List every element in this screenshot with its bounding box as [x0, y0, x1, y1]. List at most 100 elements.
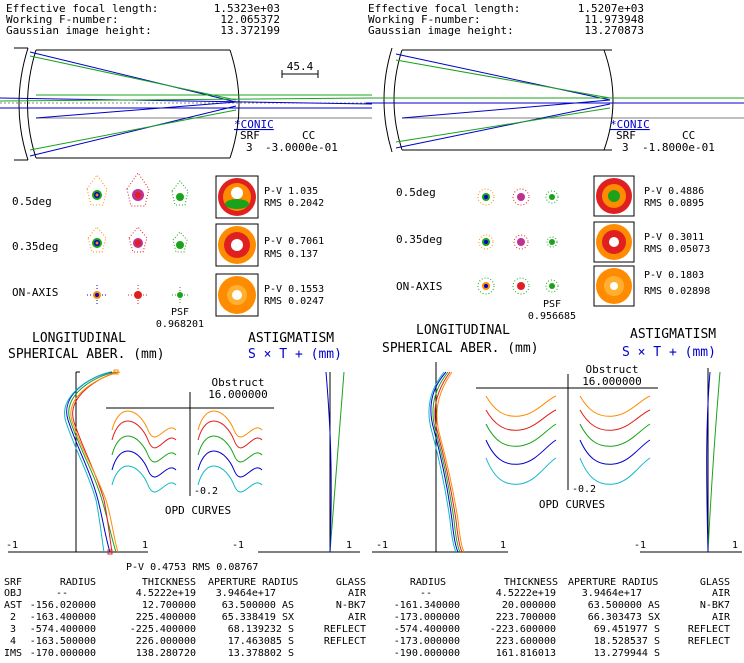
ast-axis-min: -1: [232, 540, 244, 551]
table-row: 3 -574.400000 -225.400000 68.139232 S RE…: [10, 624, 366, 635]
svg-text:-163.400000: -163.400000: [30, 612, 96, 623]
svg-text:AIR: AIR: [712, 612, 731, 623]
col-glass: GLASS: [336, 577, 366, 588]
surface-table: SRF RADIUS THICKNESS APERTURE RADIUS GLA…: [4, 577, 367, 659]
svg-text:-161.340000: -161.340000: [394, 600, 460, 611]
design-panel-2: Effective focal length: 1.5207e+03 Worki…: [366, 0, 744, 663]
psf-image-1: [215, 223, 259, 267]
img-height-label: Gaussian image height:: [368, 24, 514, 37]
mangin-front: [18, 47, 29, 161]
ast-title: ASTIGMATISM: [248, 331, 334, 346]
svg-text:N-BK7: N-BK7: [336, 600, 366, 611]
field-label-1: 0.35deg: [12, 240, 58, 253]
spot-green: [171, 180, 189, 206]
svg-text:REFLECT: REFLECT: [324, 624, 366, 635]
spot-diagrams: 0.5deg 0.35deg ON-AXIS P-V 1.035 RMS 0.2…: [12, 172, 324, 330]
lsa-axis-max: 1: [500, 540, 506, 551]
conic-block: *CONIC SRF CC 3 -3.0000e-01: [234, 118, 338, 154]
psf-image-2: [215, 273, 259, 317]
svg-text:17.463085 S: 17.463085 S: [228, 636, 294, 647]
col-thickness: THICKNESS: [504, 577, 558, 588]
svg-text:69.451977 S: 69.451977 S: [594, 624, 660, 635]
svg-text:--: --: [56, 588, 68, 599]
ast-legend: S × T + (mm): [622, 345, 716, 360]
psf-image-1: [593, 221, 635, 263]
rms-0: RMS 0.2042: [264, 198, 324, 209]
psf-image-0: [593, 175, 635, 217]
svg-text:2: 2: [10, 612, 16, 623]
svg-text:3.9464e+17: 3.9464e+17: [216, 588, 276, 599]
col-aperture: APERTURE RADIUS: [568, 577, 658, 588]
lsa-title-1: LONGITUDINAL: [32, 331, 126, 346]
svg-text:13.378802 S: 13.378802 S: [228, 648, 294, 659]
img-height-value: 13.270873: [584, 24, 644, 37]
lsa-axis-min: -1: [376, 540, 388, 551]
table-row: AST -156.020000 12.700000 63.500000 AS N…: [4, 600, 366, 611]
svg-text:-225.400000: -225.400000: [130, 624, 196, 635]
table-row: OBJ -- 4.5222e+19 3.9464e+17 AIR: [4, 588, 367, 599]
svg-text:-223.600000: -223.600000: [490, 624, 556, 635]
svg-text:OBJ: OBJ: [4, 588, 22, 599]
table-row: 4 -163.500000 226.000000 17.463085 S REF…: [10, 636, 366, 647]
spot-red: [126, 172, 150, 207]
rms-1: RMS 0.05073: [644, 244, 710, 255]
lsa-axis-max: 1: [142, 540, 148, 551]
col-radius: RADIUS: [60, 577, 96, 588]
header: Effective focal length: 1.5207e+03 Worki…: [368, 2, 644, 37]
rms-0: RMS 0.0895: [644, 198, 704, 209]
lsa-title-1: LONGITUDINAL: [416, 323, 510, 338]
ast-title: ASTIGMATISM: [630, 327, 716, 342]
spot-row-1: [87, 223, 259, 267]
pv-1: P-V 0.3011: [644, 232, 704, 243]
field-label-2: ON-AXIS: [12, 286, 58, 299]
svg-text:-170.000000: -170.000000: [30, 648, 96, 659]
ast-axis-max: 1: [346, 540, 352, 551]
mangin-back: [393, 49, 403, 151]
svg-text:63.500000 AS: 63.500000 AS: [222, 600, 294, 611]
lsa-title-2: SPHERICAL ABER. (mm): [8, 347, 165, 362]
lsa-title-2: SPHERICAL ABER. (mm): [382, 341, 539, 356]
table-row: -173.000000 223.600000 18.528537 S REFLE…: [394, 636, 730, 647]
svg-text:18.528537 S: 18.528537 S: [594, 636, 660, 647]
col-aperture: APERTURE RADIUS: [208, 577, 298, 588]
psf-image-2: [593, 265, 635, 307]
bottom-summary: P-V 0.4753 RMS 0.08767: [126, 562, 258, 573]
table-row: 2 -163.400000 225.400000 65.338419 SX AI…: [10, 612, 367, 623]
svg-text:--: --: [420, 588, 432, 599]
rms-2: RMS 0.0247: [264, 296, 324, 307]
astig-plot: [640, 368, 742, 553]
svg-text:63.500000 AS: 63.500000 AS: [588, 600, 660, 611]
svg-text:225.400000: 225.400000: [136, 612, 196, 623]
pv-0: P-V 1.035: [264, 186, 318, 197]
pv-0: P-V 0.4886: [644, 186, 704, 197]
primary-mirror: [229, 49, 240, 159]
lsa-plot: [8, 369, 148, 555]
svg-text:223.600000: 223.600000: [496, 636, 556, 647]
svg-text:4.5222e+19: 4.5222e+19: [136, 588, 196, 599]
rms-1: RMS 0.137: [264, 249, 318, 260]
svg-text:4: 4: [10, 636, 16, 647]
panel-2-drawing: Effective focal length: 1.5207e+03 Worki…: [366, 2, 744, 659]
psf-value: 0.968201: [156, 319, 204, 330]
svg-text:68.139232 S: 68.139232 S: [228, 624, 294, 635]
svg-text:REFLECT: REFLECT: [688, 636, 730, 647]
opd-label: OPD CURVES: [539, 498, 605, 511]
conic-cc-value: -3.0000e-01: [265, 141, 338, 154]
svg-text:223.700000: 223.700000: [496, 612, 556, 623]
img-height-value: 13.372199: [220, 24, 280, 37]
svg-text:N-BK7: N-BK7: [700, 600, 730, 611]
obstruct-value: 16.000000: [582, 375, 642, 388]
svg-text:4.5222e+19: 4.5222e+19: [496, 588, 556, 599]
table-row: IMS -170.000000 138.280720 13.378802 S: [4, 648, 294, 659]
img-height-label: Gaussian image height:: [6, 24, 152, 37]
table-row: -190.000000 161.816013 13.279944 S: [394, 648, 660, 659]
svg-text:20.000000: 20.000000: [502, 600, 556, 611]
svg-text:AIR: AIR: [712, 588, 731, 599]
ast-legend: S × T + (mm): [248, 347, 342, 362]
field-label-1: 0.35deg: [396, 233, 442, 246]
table-row: -161.340000 20.000000 63.500000 AS N-BK7: [394, 600, 730, 611]
obstruct-value: 16.000000: [208, 388, 268, 401]
header: Effective focal length: 1.5323e+03 Worki…: [6, 2, 280, 37]
mangin-front: [383, 47, 393, 153]
opd-plot: [106, 392, 274, 496]
